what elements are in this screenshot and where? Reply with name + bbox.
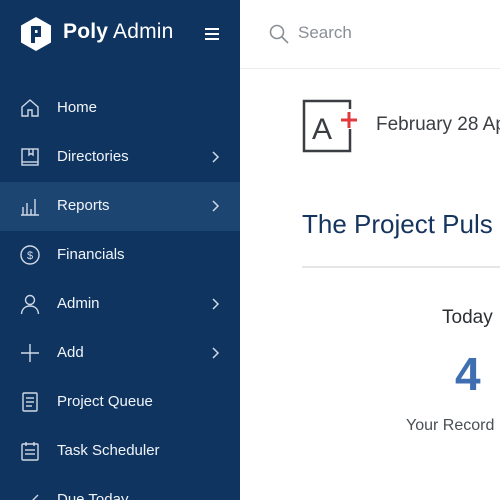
user-icon	[20, 294, 40, 315]
sidebar-item-home[interactable]: Home	[0, 84, 240, 133]
divider	[302, 266, 500, 268]
stat-sublabel: Your Record	[406, 417, 495, 434]
sidebar-item-label: Due Today	[57, 491, 129, 500]
sidebar-item-label: Project Queue	[57, 393, 153, 410]
home-icon	[21, 99, 39, 117]
sidebar-item-label: Home	[57, 99, 98, 116]
menu-toggle-icon[interactable]	[205, 28, 219, 40]
plus-icon	[21, 344, 39, 362]
app-name[interactable]: Poly Admin	[63, 20, 174, 44]
dollar-icon: $	[20, 245, 40, 265]
poly-logo-icon	[21, 17, 51, 51]
sidebar-item-add[interactable]: Add	[0, 329, 240, 378]
brand-header: Poly Admin	[0, 0, 240, 68]
page-title: The Project Puls	[302, 209, 493, 239]
sidebar-item-directories[interactable]: Directories	[0, 133, 240, 182]
calendar-icon	[21, 442, 39, 461]
sidebar-item-reports[interactable]: Reports	[0, 182, 240, 231]
sidebar-item-admin[interactable]: Admin	[0, 280, 240, 329]
app-name-bold: Poly	[63, 20, 109, 43]
sidebar-item-label: Financials	[57, 246, 125, 263]
book-icon	[21, 148, 39, 166]
document-icon	[22, 392, 38, 412]
search-icon	[269, 24, 289, 44]
svg-text:$: $	[27, 250, 33, 262]
main-content: A February 28 Ap The Project Puls Today …	[240, 69, 500, 500]
chevron-right-icon	[212, 151, 220, 163]
chevron-right-icon	[212, 200, 220, 212]
sidebar-item-label: Directories	[57, 148, 129, 165]
school-logo-icon: A	[302, 99, 357, 153]
stat-label: Today	[442, 307, 493, 328]
app-name-rest: Admin	[108, 20, 174, 43]
check-icon	[32, 494, 39, 500]
top-bar	[240, 0, 500, 69]
chevron-right-icon	[212, 347, 220, 359]
sidebar-item-due-today[interactable]: Due Today	[0, 476, 240, 500]
search-input[interactable]	[298, 20, 478, 46]
sidebar-item-label: Reports	[57, 197, 110, 214]
sidebar-item-financials[interactable]: $ Financials	[0, 231, 240, 280]
sidebar: Poly Admin Home Directories Reports $ Fi…	[0, 0, 240, 500]
stat-value: 4	[455, 348, 481, 400]
school-logo-letter: A	[312, 113, 332, 146]
bar-chart-icon	[21, 199, 39, 216]
sidebar-item-label: Task Scheduler	[57, 442, 160, 459]
current-date: February 28 Ap	[376, 114, 500, 135]
sidebar-item-label: Admin	[57, 295, 100, 312]
sidebar-nav: Home Directories Reports $ Financials Ad…	[0, 84, 240, 500]
sidebar-item-label: Add	[57, 344, 84, 361]
sidebar-item-task-scheduler[interactable]: Task Scheduler	[0, 427, 240, 476]
chevron-right-icon	[212, 298, 220, 310]
sidebar-item-project-queue[interactable]: Project Queue	[0, 378, 240, 427]
